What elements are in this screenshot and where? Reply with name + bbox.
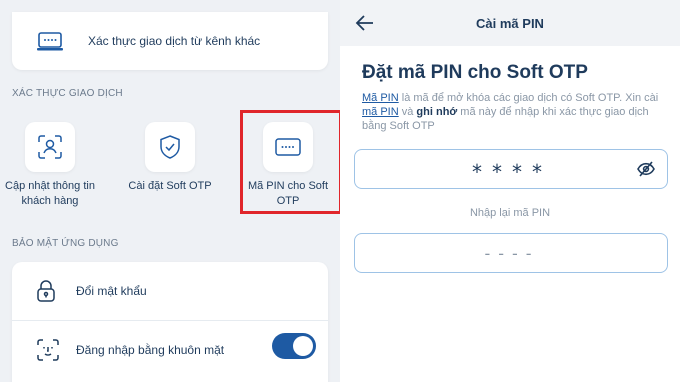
shield-check-icon [145, 122, 195, 172]
tile-label: Cập nhật thông tin khách hàng [5, 180, 95, 207]
security-card: Đổi mật khẩu Đăng nhập bằng khuôn mặt [12, 262, 328, 382]
face-login-row: Đăng nhập bằng khuôn mặt [12, 321, 328, 379]
highlight-box [240, 110, 340, 214]
page-title: Cài mã PIN [476, 16, 544, 31]
laptop-icon [36, 32, 64, 57]
face-id-icon [36, 338, 60, 367]
tile-update-info[interactable]: Cập nhật thông tin khách hàng [5, 122, 95, 209]
other-channel-card[interactable]: Xác thực giao dịch từ kênh khác [12, 12, 328, 70]
other-channel-label: Xác thực giao dịch từ kênh khác [88, 34, 261, 48]
pin-description: Mã PIN là mã để mở khóa các giao dịch có… [362, 91, 662, 133]
lock-icon [36, 279, 56, 308]
tile-label: Cài đặt Soft OTP [128, 180, 212, 192]
pin-value: **** [472, 160, 552, 184]
confirm-pin-input[interactable]: ---- [354, 233, 668, 273]
pin-link[interactable]: mã PIN [362, 106, 399, 118]
confirm-pin-placeholder: ---- [484, 244, 540, 263]
tile-soft-otp-setup[interactable]: Cài đặt Soft OTP [125, 122, 215, 194]
top-bar: Cài mã PIN [340, 0, 680, 46]
face-scan-icon [25, 122, 75, 172]
change-password-row[interactable]: Đổi mật khẩu [12, 262, 328, 320]
desc-text: là mã để mở khóa các giao dịch có Soft O… [398, 92, 659, 104]
section-title-transaction: XÁC THỰC GIAO DỊCH [12, 88, 123, 99]
face-login-toggle[interactable] [272, 333, 316, 359]
desc-bold: ghi nhớ [416, 106, 458, 118]
set-pin-screen: Cài mã PIN Đặt mã PIN cho Soft OTP Mã PI… [340, 0, 680, 382]
pin-heading: Đặt mã PIN cho Soft OTP [362, 62, 588, 83]
pin-input[interactable]: **** [354, 149, 668, 189]
pin-link[interactable]: Mã PIN [362, 92, 399, 104]
settings-panel: Xác thực giao dịch từ kênh khác XÁC THỰC… [0, 0, 340, 382]
face-login-label: Đăng nhập bằng khuôn mặt [76, 343, 225, 357]
section-title-security: BẢO MẬT ỨNG DỤNG [12, 238, 119, 249]
toggle-knob [293, 336, 313, 356]
confirm-pin-label: Nhập lại mã PIN [469, 207, 551, 219]
desc-text: và [398, 106, 417, 118]
eye-off-icon[interactable] [637, 161, 655, 182]
change-password-label: Đổi mật khẩu [76, 284, 147, 298]
